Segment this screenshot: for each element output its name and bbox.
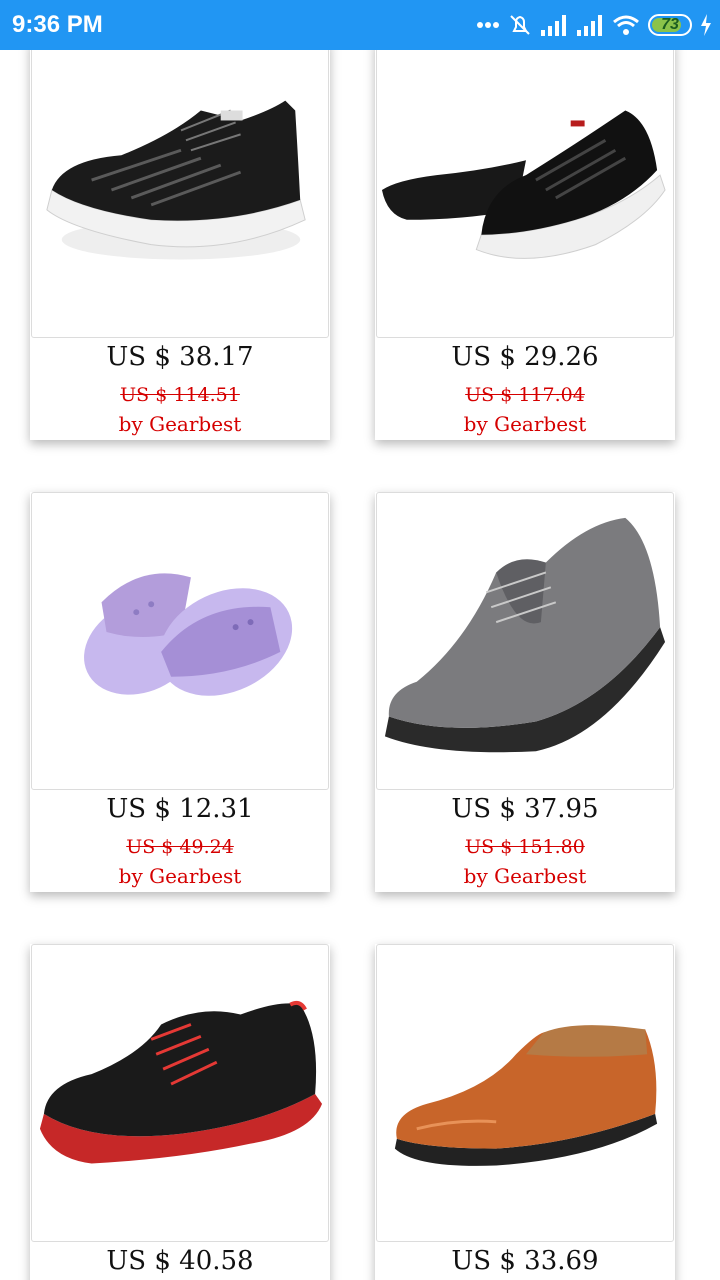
charging-icon bbox=[700, 14, 712, 36]
status-icons: 73 bbox=[476, 12, 712, 38]
more-dots-icon bbox=[476, 21, 500, 29]
product-card[interactable]: US $ 37.95 US $ 151.80 by Gearbest bbox=[375, 492, 675, 892]
battery-level: 73 bbox=[661, 16, 679, 33]
signal-icon bbox=[576, 14, 604, 36]
product-original-price: US $ 151.80 bbox=[465, 836, 585, 858]
product-price: US $ 12.31 bbox=[106, 794, 254, 824]
product-original-price: US $ 114.51 bbox=[120, 384, 240, 406]
status-time: 9:36 PM bbox=[12, 11, 103, 38]
product-original-price: US $ 117.04 bbox=[465, 384, 585, 406]
product-price: US $ 29.26 bbox=[451, 342, 599, 372]
product-seller: by Gearbest bbox=[118, 412, 242, 436]
status-bar: 9:36 PM 73 bbox=[0, 0, 720, 50]
product-image-brown-leather-loafer[interactable] bbox=[376, 944, 674, 1242]
product-card[interactable]: US $ 38.17 US $ 114.51 by Gearbest bbox=[30, 40, 330, 440]
product-seller: by Gearbest bbox=[463, 864, 587, 888]
battery-icon: 73 bbox=[648, 14, 692, 36]
alarm-off-icon bbox=[508, 13, 532, 37]
product-price: US $ 37.95 bbox=[451, 794, 599, 824]
product-image-black-running-shoe[interactable] bbox=[376, 40, 674, 338]
product-image-purple-slide-sandals[interactable] bbox=[31, 492, 329, 790]
signal-icon bbox=[540, 14, 568, 36]
product-card[interactable]: US $ 29.26 US $ 117.04 by Gearbest bbox=[375, 40, 675, 440]
product-image-gray-suede-sneaker[interactable] bbox=[376, 492, 674, 790]
product-image-black-mesh-sneaker[interactable] bbox=[31, 40, 329, 338]
product-price: US $ 40.58 bbox=[106, 1246, 254, 1276]
product-card[interactable]: US $ 33.69 bbox=[375, 944, 675, 1280]
product-card[interactable]: US $ 12.31 US $ 49.24 by Gearbest bbox=[30, 492, 330, 892]
product-grid: US $ 38.17 US $ 114.51 by Gearbest US $ … bbox=[0, 0, 720, 1280]
product-image-black-red-hiking-shoe[interactable] bbox=[31, 944, 329, 1242]
product-original-price: US $ 49.24 bbox=[126, 836, 234, 858]
product-seller: by Gearbest bbox=[463, 412, 587, 436]
product-seller: by Gearbest bbox=[118, 864, 242, 888]
product-price: US $ 38.17 bbox=[106, 342, 254, 372]
product-card[interactable]: US $ 40.58 bbox=[30, 944, 330, 1280]
wifi-icon bbox=[612, 14, 640, 36]
product-price: US $ 33.69 bbox=[451, 1246, 599, 1276]
